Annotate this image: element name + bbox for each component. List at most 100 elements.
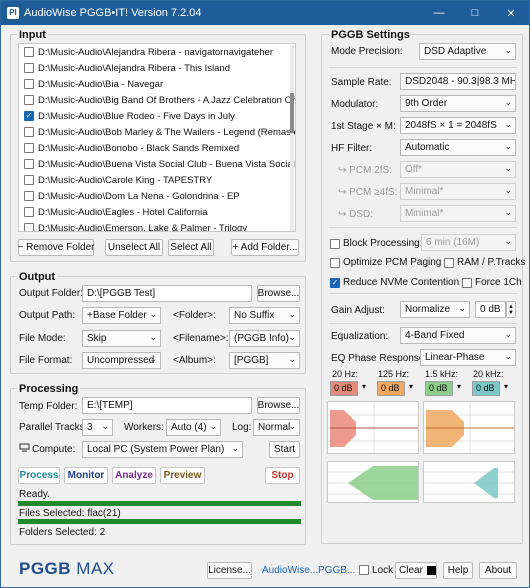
chevron-down-icon[interactable]: ▾ <box>504 382 508 391</box>
tab-analyze[interactable]: Analyze <box>112 467 156 484</box>
pcm2-select[interactable]: Off* ⌄ <box>400 161 516 178</box>
unselect-all-button[interactable]: Unselect All <box>105 239 163 256</box>
filename-tag-select[interactable]: (PGGB Info) ⌄ <box>229 330 300 347</box>
divider <box>329 227 517 228</box>
equalization-select[interactable]: 4-Band Fixed ⌄ <box>400 327 516 344</box>
gain-adjust-label: Gain Adjust: <box>331 305 385 316</box>
item-checkbox[interactable] <box>24 127 34 137</box>
select-all-button[interactable]: Select All <box>168 239 214 256</box>
item-checkbox[interactable] <box>24 79 34 89</box>
dsd-select[interactable]: Minimal* ⌄ <box>400 205 516 222</box>
folder-list[interactable]: D:\Music-Audio\Alejandra Ribera - naviga… <box>18 43 296 232</box>
eq-graph-20khz <box>423 461 515 503</box>
list-item[interactable]: ✓ D:\Music-Audio\Blue Rodeo - Five Days i… <box>19 108 295 124</box>
list-item[interactable]: D:\Music-Audio\Buena Vista Social Club -… <box>19 156 295 172</box>
sample-rate-select[interactable]: DSD2048 - 90.3|98.3 MH <box>400 73 516 90</box>
block-processing-checkbox[interactable] <box>330 239 340 249</box>
lock-checkbox[interactable] <box>359 565 369 575</box>
list-item[interactable]: D:\Music-Audio\Alejandra Ribera - This I… <box>19 60 295 76</box>
item-checkbox[interactable]: ✓ <box>24 111 34 121</box>
album-tag-select[interactable]: [PGGB] ⌄ <box>229 352 300 369</box>
pcm4-select[interactable]: Minimal* ⌄ <box>400 183 516 200</box>
parallel-tracks-select[interactable]: 3 ⌄ <box>82 419 113 436</box>
album-tag-label: <Album>: <box>173 355 216 366</box>
chevron-down-icon[interactable]: ▾ <box>457 382 461 391</box>
temp-browse-button[interactable]: Browse... <box>257 397 300 414</box>
modulator-select[interactable]: 9th Order ⌄ <box>400 95 516 112</box>
band-gain-125hz[interactable]: 0 dB <box>377 381 405 396</box>
ram-ptracks-checkbox[interactable] <box>444 258 454 268</box>
license-button[interactable]: License... <box>207 562 252 579</box>
nvme-checkbox[interactable]: ✓ <box>330 278 340 288</box>
parallel-tracks-label: Parallel Tracks: <box>19 422 88 433</box>
stop-button[interactable]: Stop <box>265 467 300 484</box>
log-select[interactable]: Normal ⌄ <box>253 419 300 436</box>
precision-select[interactable]: DSD Adaptive ⌄ <box>419 43 516 60</box>
gain-value-input[interactable]: 0 dB <box>475 301 506 318</box>
list-item[interactable]: D:\Music-Audio\Bia - Navegar <box>19 76 295 92</box>
hf-filter-select[interactable]: Automatic ⌄ <box>400 139 516 156</box>
about-button[interactable]: About <box>479 562 517 579</box>
gain-spinner[interactable]: ▲ ▼ <box>506 301 516 318</box>
force-1ch-checkbox[interactable] <box>462 278 472 288</box>
item-checkbox[interactable] <box>24 95 34 105</box>
band-gain-1-5khz[interactable]: 0 dB <box>425 381 453 396</box>
band-freq-label: 20 Hz: <box>332 369 359 379</box>
list-item[interactable]: D:\Music-Audio\Big Band Of Brothers - A … <box>19 92 295 108</box>
tab-process[interactable]: Process <box>18 467 60 484</box>
file-mode-select[interactable]: Skip ⌄ <box>82 330 161 347</box>
block-processing-select[interactable]: 6 min (16M) ⌄ <box>421 234 516 251</box>
item-checkbox[interactable] <box>24 143 34 153</box>
chevron-down-icon[interactable]: ▾ <box>362 382 366 391</box>
temp-folder-input[interactable]: E:\[TEMP] <box>82 397 252 414</box>
item-checkbox[interactable] <box>24 47 34 57</box>
list-item[interactable]: D:\Music-Audio\Carole King - TAPESTRY <box>19 172 295 188</box>
item-checkbox[interactable] <box>24 63 34 73</box>
item-checkbox[interactable] <box>24 175 34 185</box>
list-item[interactable]: D:\Music-Audio\Eagles - Hotel California <box>19 204 295 220</box>
first-stage-select[interactable]: 2048fS × 1 = 2048fS ⌄ <box>400 117 516 134</box>
list-item[interactable]: D:\Music-Audio\Bonobo - Black Sands Remi… <box>19 140 295 156</box>
minimize-button[interactable]: — <box>421 1 457 25</box>
list-item[interactable]: D:\Music-Audio\Bob Marley & The Wailers … <box>19 124 295 140</box>
list-item[interactable]: D:\Music-Audio\Alejandra Ribera - naviga… <box>19 44 295 60</box>
band-gain-20hz[interactable]: 0 dB <box>330 381 358 396</box>
title-bar[interactable]: PI AudioWise PGGB•IT! Version 7.2.04 — □… <box>1 1 529 25</box>
add-folder-button[interactable]: + Add Folder... <box>231 239 299 256</box>
maximize-button[interactable]: □ <box>457 1 493 25</box>
audiowise-link[interactable]: AudioWise... <box>262 565 318 576</box>
compute-select[interactable]: Local PC (System Power Plan) ⌄ <box>82 441 243 458</box>
close-button[interactable]: ✕ <box>493 1 529 25</box>
list-item[interactable]: D:\Music-Audio\Dom La Nena - Golondrina … <box>19 188 295 204</box>
output-path-select[interactable]: +Base Folder ⌄ <box>82 307 161 324</box>
pggb-link[interactable]: PGGB... <box>318 565 355 576</box>
optimize-pcm-checkbox[interactable] <box>330 258 340 268</box>
item-checkbox[interactable] <box>24 159 34 169</box>
item-path: D:\Music-Audio\Emerson, Lake & Palmer - … <box>38 222 248 232</box>
chevron-down-icon[interactable]: ▾ <box>409 382 413 391</box>
gain-mode-select[interactable]: Normalize ⌄ <box>400 301 470 318</box>
remove-folder-button[interactable]: − Remove Folder <box>18 239 95 256</box>
list-scrollbar[interactable] <box>290 45 294 231</box>
item-checkbox[interactable] <box>24 191 34 201</box>
eq-phase-select[interactable]: Linear-Phase ⌄ <box>420 349 516 366</box>
tab-monitor[interactable]: Monitor <box>64 467 108 484</box>
help-button[interactable]: Help <box>443 562 473 579</box>
eq-phase-label: EQ Phase Response: <box>331 353 428 364</box>
output-title: Output <box>17 271 58 283</box>
processing-title: Processing <box>17 383 81 395</box>
scrollbar-thumb[interactable] <box>290 93 294 133</box>
divider <box>329 323 517 324</box>
folder-tag-select[interactable]: No Suffix ⌄ <box>229 307 300 324</box>
output-browse-button[interactable]: Browse... <box>257 285 300 302</box>
start-button[interactable]: Start <box>269 441 300 458</box>
tab-preview[interactable]: Preview <box>160 467 205 484</box>
item-checkbox[interactable] <box>24 223 34 231</box>
output-folder-input[interactable]: D:\[PGGB Test] <box>82 285 252 302</box>
list-item[interactable]: D:\Music-Audio\Emerson, Lake & Palmer - … <box>19 220 295 232</box>
item-checkbox[interactable] <box>24 207 34 217</box>
band-gain-20khz[interactable]: 0 dB <box>472 381 500 396</box>
file-format-select[interactable]: Uncompressed ⌄ <box>82 352 161 369</box>
workers-select[interactable]: Auto (4) ⌄ <box>166 419 221 436</box>
clear-button[interactable]: Clear <box>395 562 437 579</box>
